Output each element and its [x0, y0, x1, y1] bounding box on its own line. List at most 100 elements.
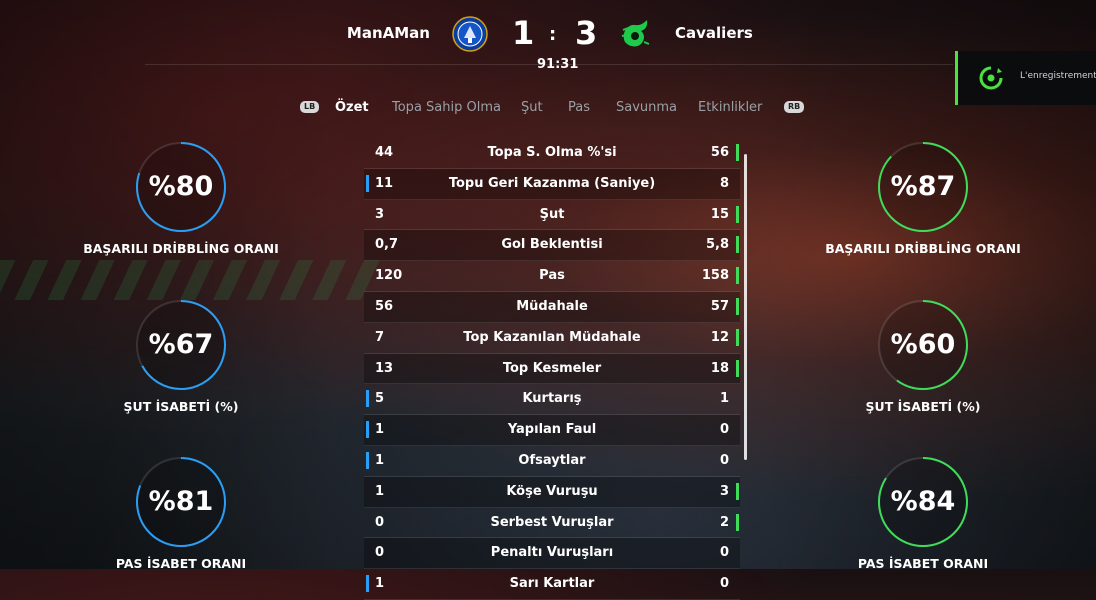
away-stat-value: 0: [719, 422, 729, 438]
home-stat-value: 11: [375, 175, 394, 191]
stat-name: Sarı Kartlar: [509, 576, 595, 592]
stat-name: Müdahale: [516, 298, 588, 314]
lb-button-icon[interactable]: LB: [300, 101, 320, 113]
header-divider: [145, 64, 953, 65]
away-leader-bar: [736, 297, 739, 315]
table-row: 13 Top Kesmeler 18: [364, 353, 740, 385]
table-row: 7 Top Kazanılan Müdahale 12: [364, 323, 740, 354]
table-row: 5 Kurtarış 1: [364, 384, 740, 416]
home-stat-value: 1: [375, 576, 385, 592]
table-row: 1 Sarı Kartlar 0: [364, 569, 740, 600]
circle-label: ŞUT İSABETİ (%): [865, 399, 981, 414]
table-row: 0 Penaltı Vuruşları 0: [364, 538, 740, 570]
away-leader-bar: [736, 328, 739, 346]
table-row: 120 Pas 158: [364, 261, 740, 292]
away-circle-dribbling: %87: [878, 142, 968, 232]
home-stat-value: 0: [375, 545, 385, 561]
away-stat-value: 1: [719, 391, 729, 407]
table-row: 3 Şut 15: [364, 200, 740, 231]
away-leader-bar: [736, 267, 739, 285]
home-stat-value: 0,7: [375, 237, 399, 253]
home-score: 1: [512, 14, 535, 52]
home-leader-bar: [366, 174, 369, 192]
home-stat-value: 3: [375, 206, 385, 222]
tab-ozet[interactable]: Özet: [335, 100, 369, 115]
away-stat-value: 8: [719, 175, 729, 191]
away-stat-value: 5,8: [705, 237, 729, 253]
home-circle-pass-accuracy: %81: [136, 457, 226, 547]
home-stat-value: 120: [375, 268, 403, 284]
home-circle-shot-accuracy: %67: [136, 300, 226, 390]
circle-value: %67: [148, 329, 214, 360]
recording-notification-text: L'enregistrement a: [1020, 71, 1096, 81]
home-stat-value: 56: [375, 298, 394, 314]
table-row: 0,7 Gol Beklentisi 5,8: [364, 230, 740, 262]
away-score: 3: [575, 14, 598, 52]
away-stat-value: 2: [719, 514, 729, 530]
home-stat-value: 0: [375, 514, 385, 530]
away-stat-value: 15: [710, 206, 729, 222]
table-row: 56 Müdahale 57: [364, 291, 740, 323]
circle-label: BAŞARILI DRİBBLİNG ORANI: [825, 241, 1021, 256]
home-leader-bar: [366, 390, 369, 408]
away-stat-value: 0: [719, 545, 729, 561]
table-row: 44 Topa S. Olma %'si 56: [364, 138, 740, 169]
table-row: 0 Serbest Vuruşlar 2: [364, 508, 740, 539]
home-stat-value: 7: [375, 329, 385, 345]
stat-name: Ofsaytlar: [518, 452, 586, 468]
stat-name: Pas: [539, 268, 565, 284]
home-leader-bar: [366, 451, 369, 469]
tab-pas[interactable]: Pas: [568, 100, 590, 115]
table-row: 1 Ofsaytlar 0: [364, 446, 740, 477]
home-stat-value: 44: [375, 145, 394, 160]
home-leader-bar: [366, 575, 369, 593]
stat-name: Şut: [539, 206, 565, 222]
tab-sut[interactable]: Şut: [521, 100, 543, 115]
away-leader-bar: [736, 482, 739, 500]
stat-name: Gol Beklentisi: [501, 237, 603, 253]
away-stat-value: 158: [701, 268, 729, 284]
circle-value: %81: [148, 486, 214, 517]
home-leader-bar: [366, 421, 369, 439]
home-stat-value: 1: [375, 452, 385, 468]
home-stat-value: 1: [375, 483, 385, 499]
tab-topa-sahip-olma[interactable]: Topa Sahip Olma: [392, 100, 501, 115]
away-leader-bar: [736, 236, 739, 254]
tab-etkinlikler[interactable]: Etkinlikler: [698, 100, 762, 115]
chelsea-crest-icon: [452, 16, 488, 52]
away-leader-bar: [736, 205, 739, 223]
stats-table: 44 Topa S. Olma %'si 56 11 Topu Geri Kazanma…: [364, 138, 740, 600]
tab-savunma[interactable]: Savunma: [616, 100, 677, 115]
table-row: 11 Topu Geri Kazanma (Saniye) 8: [364, 168, 740, 200]
scoreboard-header: ManAMan 1 : 3 Cavaliers 91:31: [0, 0, 1096, 80]
away-circle-shot-accuracy: %60: [878, 300, 968, 390]
away-stat-value: 3: [719, 483, 729, 499]
away-stat-value: 56: [710, 145, 729, 160]
stat-name: Köşe Vuruşu: [506, 483, 598, 499]
stats-tab-bar: LB Özet Topa Sahip Olma Şut Pas Savunma …: [0, 99, 1096, 119]
away-leader-bar: [736, 144, 739, 161]
stats-scrollbar[interactable]: [744, 154, 747, 460]
circle-value: %84: [890, 486, 956, 517]
stat-name: Yapılan Faul: [507, 422, 597, 438]
home-team-name: ManAMan: [346, 24, 430, 42]
circle-value: %80: [148, 171, 214, 202]
recording-spinner-icon: [978, 65, 1004, 91]
score-separator: :: [549, 24, 557, 45]
away-stat-value: 12: [710, 329, 729, 345]
away-leader-bar: [736, 359, 739, 377]
home-stat-value: 1: [375, 422, 385, 438]
table-row: 1 Yapılan Faul 0: [364, 415, 740, 446]
away-stat-value: 57: [710, 298, 729, 314]
stat-name: Topu Geri Kazanma (Saniye): [448, 175, 656, 191]
stadium-ad-board: [0, 260, 380, 300]
stat-name: Top Kazanılan Müdahale: [463, 329, 641, 345]
rb-button-icon[interactable]: RB: [784, 101, 805, 113]
stat-name: Serbest Vuruşlar: [490, 514, 614, 530]
stat-name: Penaltı Vuruşları: [490, 545, 614, 561]
stat-name: Kurtarış: [522, 391, 582, 407]
away-stat-value: 0: [719, 576, 729, 592]
away-stat-value: 18: [710, 360, 729, 376]
away-team-name: Cavaliers: [675, 24, 753, 42]
away-circle-pass-accuracy: %84: [878, 457, 968, 547]
